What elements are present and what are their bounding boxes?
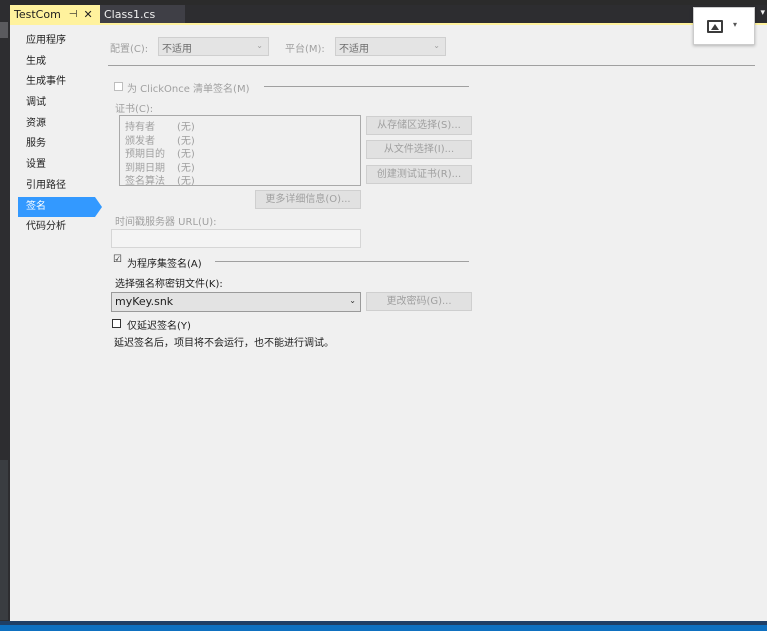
key-file-label: 选择强名称密钥文件(K): [115, 279, 223, 290]
status-bar [0, 621, 767, 631]
delay-sign-checkbox[interactable] [112, 319, 121, 328]
chevron-down-icon: ⌄ [349, 296, 356, 305]
sign-assembly-label: 为程序集签名(A) [127, 259, 202, 270]
sidebar-item-build[interactable]: 生成 [18, 52, 108, 73]
clickonce-sign-checkbox[interactable] [114, 82, 123, 91]
tab-testcom[interactable]: TestCom ⊣ ✕ [10, 5, 100, 23]
key-file-select[interactable]: myKey.snk ⌄ [111, 292, 361, 312]
delay-sign-note: 延迟签名后，项目将不会运行，也不能进行调试。 [114, 338, 334, 349]
tab-label: Class1.cs [104, 7, 156, 21]
select-from-file-button[interactable]: 从文件选择(I)... [366, 140, 472, 159]
select-from-store-button[interactable]: 从存储区选择(S)... [366, 116, 472, 135]
timestamp-url-label: 时间戳服务器 URL(U): [115, 217, 217, 228]
close-icon[interactable]: ✕ [84, 8, 93, 21]
cert-row: 持有者 (无) [125, 122, 195, 133]
tab-class1[interactable]: Class1.cs [100, 5, 185, 23]
sign-assembly-checkbox[interactable]: ☑ [113, 254, 122, 265]
config-value: 不适用 [162, 44, 192, 55]
left-tool-strip [0, 0, 10, 621]
chevron-down-icon: ▾ [733, 20, 738, 29]
tab-label: TestCom [14, 7, 61, 21]
cert-row: 预期目的 (无) [125, 149, 195, 161]
properties-sidebar: 应用程序 生成 生成事件 调试 资源 服务 设置 引用路径 签名 代码分析 [18, 31, 108, 238]
image-feedback-button[interactable]: ▾ [693, 7, 755, 45]
sidebar-item-code-analysis[interactable]: 代码分析 [18, 217, 108, 238]
sidebar-item-build-events[interactable]: 生成事件 [18, 72, 108, 93]
clickonce-sign-label: 为 ClickOnce 清单签名(M) [127, 84, 250, 95]
change-password-button[interactable]: 更改密码(G)... [366, 292, 472, 311]
cert-row: 到期日期 (无) [125, 162, 195, 174]
certificate-details-list: 持有者 (无) 颁发者 (无) 预期目的 (无) 到期日期 (无) 签名算法 (无) [119, 115, 361, 188]
sidebar-item-services[interactable]: 服务 [18, 134, 108, 155]
certificate-label: 证书(C): [115, 104, 154, 115]
create-test-certificate-button[interactable]: 创建测试证书(R)... [366, 165, 472, 184]
tab-overflow-icon[interactable]: ▾ [760, 8, 765, 18]
more-details-button[interactable]: 更多详细信息(O)... [255, 190, 361, 209]
cert-row: 签名算法 (无) [125, 176, 195, 188]
sidebar-item-signing[interactable]: 签名 [18, 196, 102, 218]
cert-row: 颁发者 (无) [125, 135, 195, 147]
assembly-divider [215, 261, 469, 262]
chevron-down-icon: ⌄ [256, 41, 263, 50]
pin-icon[interactable]: ⊣ [69, 9, 78, 20]
config-label: 配置(C): [110, 44, 149, 55]
chevron-down-icon: ⌄ [433, 41, 440, 50]
sidebar-item-settings[interactable]: 设置 [18, 155, 108, 176]
platform-select[interactable]: 不适用 ⌄ [335, 37, 446, 56]
key-file-value: myKey.snk [115, 295, 174, 308]
platform-label: 平台(M): [285, 44, 325, 55]
document-tab-bar: TestCom ⊣ ✕ Class1.cs ▾ [10, 5, 767, 23]
delay-sign-label: 仅延迟签名(Y) [127, 321, 191, 332]
project-properties-page: 应用程序 生成 生成事件 调试 资源 服务 设置 引用路径 签名 代码分析 配置… [10, 7, 767, 621]
clickonce-divider [264, 86, 469, 87]
sidebar-item-resources[interactable]: 资源 [18, 114, 108, 135]
left-tool-tab[interactable] [0, 22, 8, 38]
config-select[interactable]: 不适用 ⌄ [158, 37, 269, 56]
left-tool-panel [0, 460, 8, 620]
sidebar-item-debug[interactable]: 调试 [18, 93, 108, 114]
image-icon [707, 20, 723, 33]
sidebar-item-reference-paths[interactable]: 引用路径 [18, 176, 108, 197]
platform-value: 不适用 [339, 44, 369, 55]
header-divider [108, 65, 755, 66]
timestamp-url-input[interactable] [111, 229, 361, 248]
sidebar-item-application[interactable]: 应用程序 [18, 31, 108, 52]
